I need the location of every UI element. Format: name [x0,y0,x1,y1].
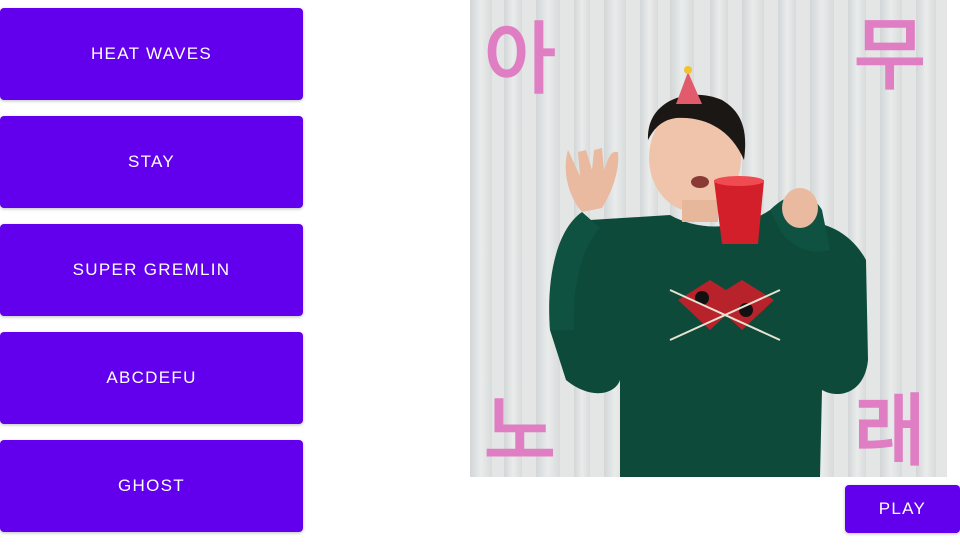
song-button-ghost[interactable]: GHOST [0,440,303,532]
album-title-char-bottom-right: 래 [854,387,926,477]
album-cover: 아 무 노 래 [470,0,947,477]
song-button-heat-waves[interactable]: HEAT WAVES [0,8,303,100]
song-button-super-gremlin[interactable]: SUPER GREMLIN [0,224,303,316]
song-button-abcdefu[interactable]: ABCDEFU [0,332,303,424]
album-title-char-bottom-left: 노 [484,387,556,477]
red-cup [714,180,764,244]
play-button[interactable]: PLAY [845,485,960,533]
album-title-char-top-left: 아 [484,15,556,105]
song-list: HEAT WAVES STAY SUPER GREMLIN ABCDEFU GH… [0,8,303,548]
song-button-stay[interactable]: STAY [0,116,303,208]
album-title-char-top-right: 무 [854,11,926,101]
album-cover-image: 아 무 노 래 [470,0,947,477]
